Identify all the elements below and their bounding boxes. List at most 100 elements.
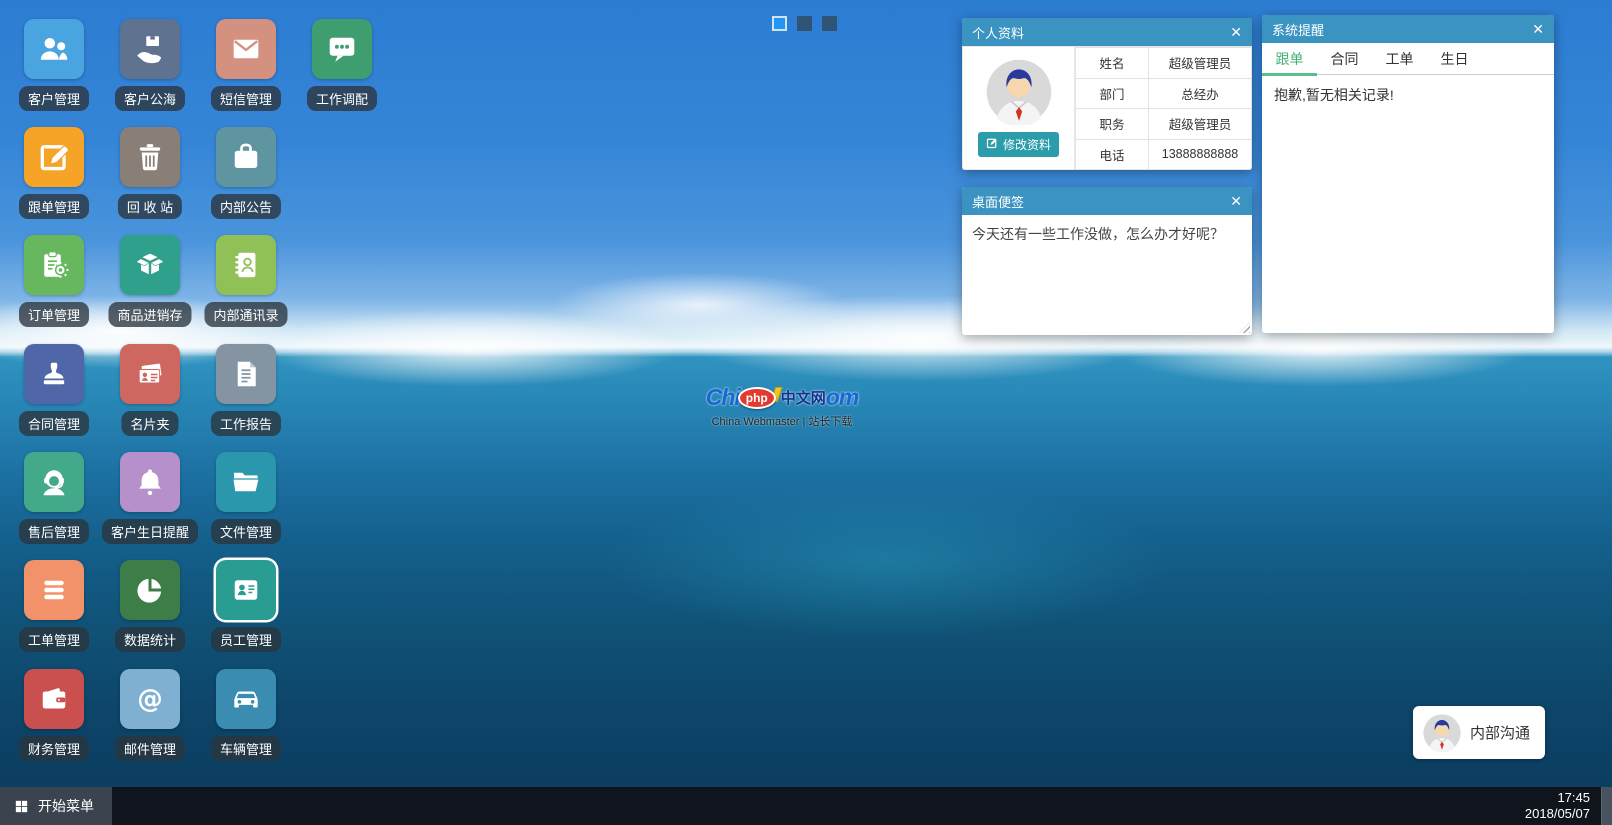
app-work-report[interactable]: 工作报告 xyxy=(216,344,276,404)
app-label: 商品进销存 xyxy=(108,302,191,327)
edit-square-icon[interactable] xyxy=(24,127,84,187)
app-business-card-holder[interactable]: 名片夹 xyxy=(120,344,180,404)
show-desktop-button[interactable] xyxy=(1601,787,1612,825)
profile-panel-title: 个人资料 xyxy=(972,23,1024,42)
watermark-cn-text: 中文网 xyxy=(781,387,826,408)
app-employee-management[interactable]: 员工管理 xyxy=(216,560,276,620)
clipboard-gear-icon[interactable] xyxy=(24,235,84,295)
app-label: 订单管理 xyxy=(19,302,89,327)
app-label: 工单管理 xyxy=(19,627,89,652)
app-label: 回 收 站 xyxy=(118,194,182,219)
app-data-statistics[interactable]: 数据统计 xyxy=(120,560,180,620)
watermark-subtitle: China Webmaster | 站长下载 xyxy=(696,413,868,429)
reminder-empty-message: 抱歉,暂无相关记录! xyxy=(1262,75,1554,115)
app-customer-birthday-reminder[interactable]: 客户生日提醒 xyxy=(120,452,180,512)
stamp-icon[interactable] xyxy=(24,344,84,404)
id-card-icon[interactable] xyxy=(216,560,276,620)
pencil-square-icon xyxy=(986,137,998,152)
user-avatar xyxy=(986,59,1052,125)
user-avatar xyxy=(1423,714,1461,752)
users-icon[interactable] xyxy=(24,19,84,79)
app-label: 文件管理 xyxy=(211,519,281,544)
pager-dot-1[interactable] xyxy=(772,16,787,31)
briefcase-icon[interactable] xyxy=(216,127,276,187)
profile-panel-body: 修改资料 姓名超级管理员部门总经办职务超级管理员电话13888888888 xyxy=(962,46,1252,170)
car-icon[interactable] xyxy=(216,669,276,729)
field-value: 超级管理员 xyxy=(1149,109,1252,140)
note-textarea[interactable]: 今天还有一些工作没做，怎么办才好呢？ xyxy=(962,215,1252,335)
reminder-tab-合同[interactable]: 合同 xyxy=(1317,43,1372,74)
app-label: 车辆管理 xyxy=(211,736,281,761)
resize-handle[interactable] xyxy=(1239,322,1250,333)
chat-dots-icon[interactable] xyxy=(312,19,372,79)
app-customer-pool[interactable]: 客户公海 xyxy=(120,19,180,79)
app-follow-up-management[interactable]: 跟单管理 xyxy=(24,127,84,187)
business-cards-icon[interactable] xyxy=(120,344,180,404)
app-internal-contacts[interactable]: 内部通讯录 xyxy=(216,235,276,295)
taskbar: 开始菜单 17:45 2018/05/07 xyxy=(0,787,1612,825)
profile-field-row: 姓名超级管理员 xyxy=(1076,48,1252,79)
folder-icon[interactable] xyxy=(216,452,276,512)
reminder-tab-生日[interactable]: 生日 xyxy=(1427,43,1482,74)
profile-panel: 个人资料 ✕ 修改资料 姓名超级管理员部门总经办职务超级管理员电话1388888… xyxy=(962,18,1252,170)
bell-icon[interactable] xyxy=(120,452,180,512)
clock-time: 17:45 xyxy=(1525,790,1590,806)
open-box-icon[interactable] xyxy=(120,235,180,295)
app-internal-announcement[interactable]: 内部公告 xyxy=(216,127,276,187)
app-label: 短信管理 xyxy=(211,86,281,111)
app-finance-management[interactable]: 财务管理 xyxy=(24,669,84,729)
internal-chat-widget[interactable]: 内部沟通 xyxy=(1413,706,1545,759)
app-after-sales-management[interactable]: 售后管理 xyxy=(24,452,84,512)
start-menu-button[interactable]: 开始菜单 xyxy=(0,787,112,825)
trash-icon[interactable] xyxy=(120,127,180,187)
envelope-icon[interactable] xyxy=(216,19,276,79)
app-vehicle-management[interactable]: 车辆管理 xyxy=(216,669,276,729)
taskbar-clock: 17:45 2018/05/07 xyxy=(1525,790,1590,823)
reminder-panel-header: 系统提醒 ✕ xyxy=(1262,15,1554,43)
profile-field-row: 职务超级管理员 xyxy=(1076,109,1252,140)
hand-box-icon[interactable] xyxy=(120,19,180,79)
desktop-wallpaper: 客户管理客户公海短信管理工作调配跟单管理回 收 站内部公告订单管理商品进销存内部… xyxy=(0,0,1612,825)
app-file-management[interactable]: 文件管理 xyxy=(216,452,276,512)
report-doc-icon[interactable] xyxy=(216,344,276,404)
app-label: 跟单管理 xyxy=(19,194,89,219)
reminder-tab-工单[interactable]: 工单 xyxy=(1372,43,1427,74)
app-work-order-management[interactable]: 工单管理 xyxy=(24,560,84,620)
profile-panel-header: 个人资料 ✕ xyxy=(962,18,1252,46)
close-icon[interactable]: ✕ xyxy=(1230,25,1242,39)
field-value: 总经办 xyxy=(1149,78,1252,109)
app-email-management[interactable]: @邮件管理 xyxy=(120,669,180,729)
windows-logo-icon xyxy=(13,798,30,815)
contacts-book-icon[interactable] xyxy=(216,235,276,295)
pager-dot-3[interactable] xyxy=(822,16,837,31)
site-watermark: Chi php 中文网 om China Webmaster | 站长下载 xyxy=(696,384,868,429)
field-label: 职务 xyxy=(1076,109,1149,140)
pie-chart-icon[interactable] xyxy=(120,560,180,620)
note-text: 今天还有一些工作没做，怎么办才好呢？ xyxy=(972,226,1224,242)
app-recycle-bin[interactable]: 回 收 站 xyxy=(120,127,180,187)
at-icon[interactable]: @ xyxy=(120,669,180,729)
profile-avatar-block: 修改资料 xyxy=(962,47,1075,170)
support-agent-icon[interactable] xyxy=(24,452,84,512)
app-sms-management[interactable]: 短信管理 xyxy=(216,19,276,79)
note-panel-title: 桌面便签 xyxy=(972,192,1024,211)
reminder-tab-跟单[interactable]: 跟单 xyxy=(1262,43,1317,74)
app-label: 内部公告 xyxy=(211,194,281,219)
field-value: 13888888888 xyxy=(1149,139,1252,170)
app-contract-management[interactable]: 合同管理 xyxy=(24,344,84,404)
app-work-dispatch[interactable]: 工作调配 xyxy=(312,19,372,79)
wallet-icon[interactable] xyxy=(24,669,84,729)
app-inventory-management[interactable]: 商品进销存 xyxy=(120,235,180,295)
close-icon[interactable]: ✕ xyxy=(1532,22,1544,36)
list-bars-icon[interactable] xyxy=(24,560,84,620)
app-customer-management[interactable]: 客户管理 xyxy=(24,19,84,79)
app-order-management[interactable]: 订单管理 xyxy=(24,235,84,295)
app-label: 内部通讯录 xyxy=(204,302,287,327)
pager-dot-2[interactable] xyxy=(797,16,812,31)
app-label: 客户公海 xyxy=(115,86,185,111)
svg-text:@: @ xyxy=(137,684,163,714)
edit-profile-button[interactable]: 修改资料 xyxy=(978,132,1059,157)
close-icon[interactable]: ✕ xyxy=(1230,194,1242,208)
field-label: 电话 xyxy=(1076,139,1149,170)
app-label: 邮件管理 xyxy=(115,736,185,761)
